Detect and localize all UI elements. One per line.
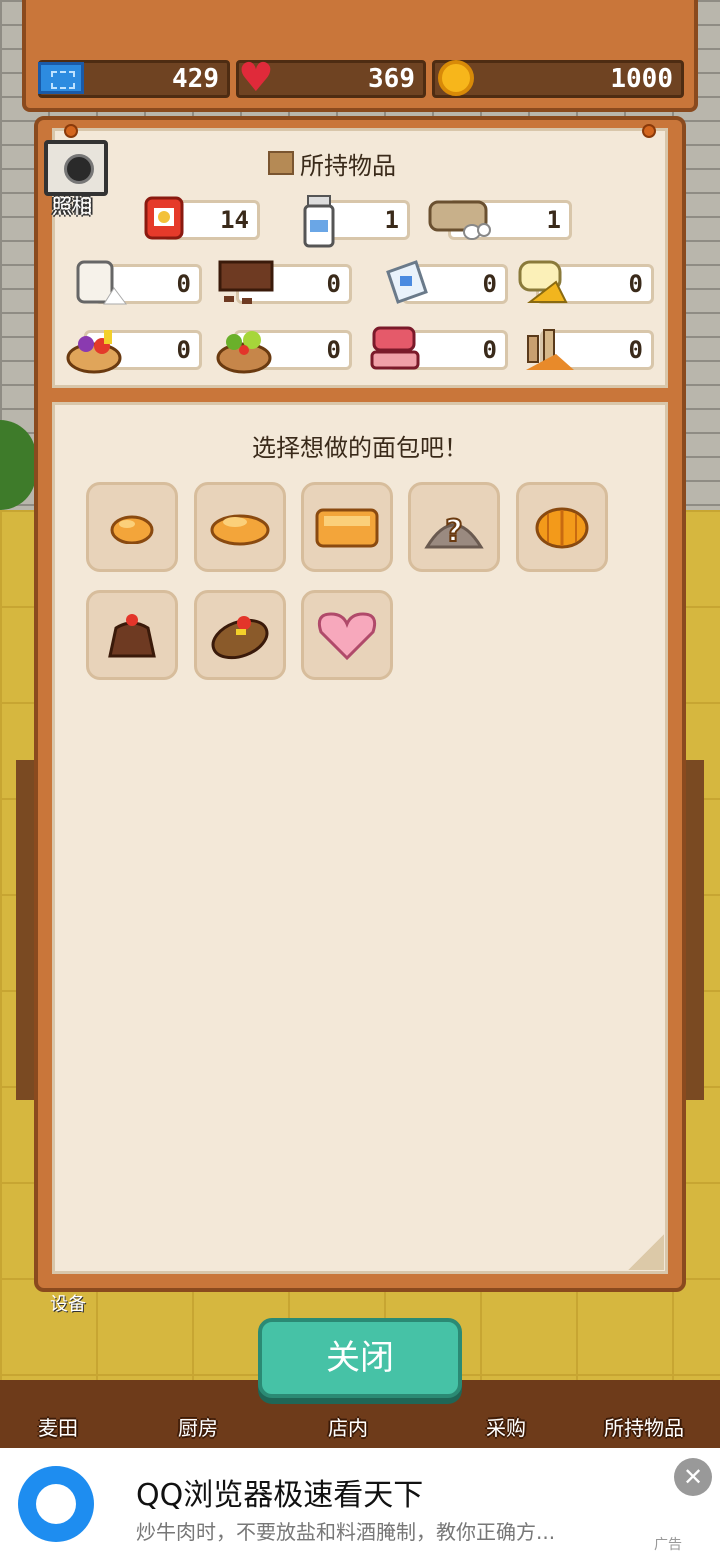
ad-close-icon[interactable]: ✕ bbox=[674, 1458, 712, 1496]
inventory-item-cheese: 0 bbox=[516, 260, 654, 304]
bread-option-pumpkin[interactable] bbox=[516, 482, 608, 572]
ad-tag: 广告 bbox=[654, 1537, 682, 1553]
box-icon bbox=[268, 151, 294, 175]
nav-purchase[interactable]: 采购 bbox=[486, 1412, 526, 1441]
close-button[interactable]: 关闭 bbox=[258, 1318, 462, 1398]
camera-button[interactable] bbox=[44, 140, 108, 196]
inventory-item-fruit: 0 bbox=[64, 330, 202, 374]
cheese-icon bbox=[516, 258, 578, 308]
nav-kitchen[interactable]: 厨房 bbox=[178, 1412, 218, 1441]
loaf-icon bbox=[315, 508, 379, 548]
svg-text:?: ? bbox=[445, 514, 462, 549]
inventory-item-spices: 0 bbox=[520, 329, 654, 370]
nav-store[interactable]: 店内 bbox=[328, 1412, 368, 1441]
camera-label: 照相 bbox=[52, 194, 92, 218]
eggs-icon bbox=[428, 194, 492, 244]
meat-icon bbox=[368, 324, 432, 374]
bread-option-fruit-roll[interactable] bbox=[194, 590, 286, 680]
bread-option-unknown[interactable]: ? bbox=[408, 482, 500, 572]
bun-icon bbox=[210, 514, 270, 546]
browser-logo-icon bbox=[18, 1466, 94, 1542]
inventory-title-text: 所持物品 bbox=[300, 151, 396, 180]
inventory-item-salt: 0 bbox=[382, 260, 508, 304]
nav-field[interactable]: 麦田 bbox=[38, 1412, 78, 1441]
paper-fold-corner bbox=[628, 1234, 664, 1270]
milk-bottle-icon bbox=[302, 194, 354, 248]
bread-option-heart[interactable] bbox=[301, 590, 393, 680]
inventory-item-milk: 1 bbox=[302, 195, 410, 248]
unknown-bread-icon: ? bbox=[424, 513, 484, 550]
flour-bag-icon bbox=[142, 194, 194, 244]
bread-option-small-roll[interactable] bbox=[86, 482, 178, 572]
heart-bread-icon bbox=[317, 612, 377, 660]
ticket-icon bbox=[38, 62, 84, 94]
coin-icon bbox=[438, 60, 474, 96]
bread-option-bun[interactable] bbox=[194, 482, 286, 572]
chocolate-icon bbox=[216, 258, 278, 308]
fruit-roll-icon bbox=[211, 616, 269, 660]
bread-option-loaf[interactable] bbox=[301, 482, 393, 572]
ad-subtitle[interactable]: 炒牛肉时，不要放盐和料酒腌制，教你正确方... bbox=[136, 1516, 555, 1545]
inventory-item-vegetable: 0 bbox=[214, 330, 352, 374]
inventory-item-eggs: 1 bbox=[428, 200, 572, 240]
inventory-item-sugar: 0 bbox=[74, 260, 202, 305]
inventory-item-flour: 14 bbox=[142, 196, 260, 240]
heart-icon: ♥ bbox=[238, 55, 274, 101]
ad-title[interactable]: QQ浏览器极速看天下 bbox=[136, 1470, 423, 1514]
pin-icon bbox=[642, 124, 656, 138]
spices-icon bbox=[520, 324, 580, 374]
pumpkin-bread-icon bbox=[535, 507, 589, 549]
bread-prompt: 选择想做的面包吧！ bbox=[252, 434, 468, 462]
equipment-label: 设备 bbox=[50, 1294, 86, 1315]
chocolate-cake-icon bbox=[108, 614, 156, 658]
pin-icon bbox=[64, 124, 78, 138]
bread-option-chocolate-cake[interactable] bbox=[86, 590, 178, 680]
inventory-title: 所持物品 bbox=[268, 148, 396, 180]
salt-icon bbox=[382, 258, 434, 308]
fruit-basket-icon bbox=[64, 324, 124, 374]
sugar-jar-icon bbox=[74, 258, 127, 308]
small-roll-icon bbox=[110, 515, 154, 544]
inventory-item-chocolate: 0 bbox=[216, 260, 352, 304]
vegetable-basket-icon bbox=[214, 324, 274, 374]
nav-items[interactable]: 所持物品 bbox=[604, 1412, 684, 1441]
inventory-item-meat: 0 bbox=[368, 326, 508, 370]
